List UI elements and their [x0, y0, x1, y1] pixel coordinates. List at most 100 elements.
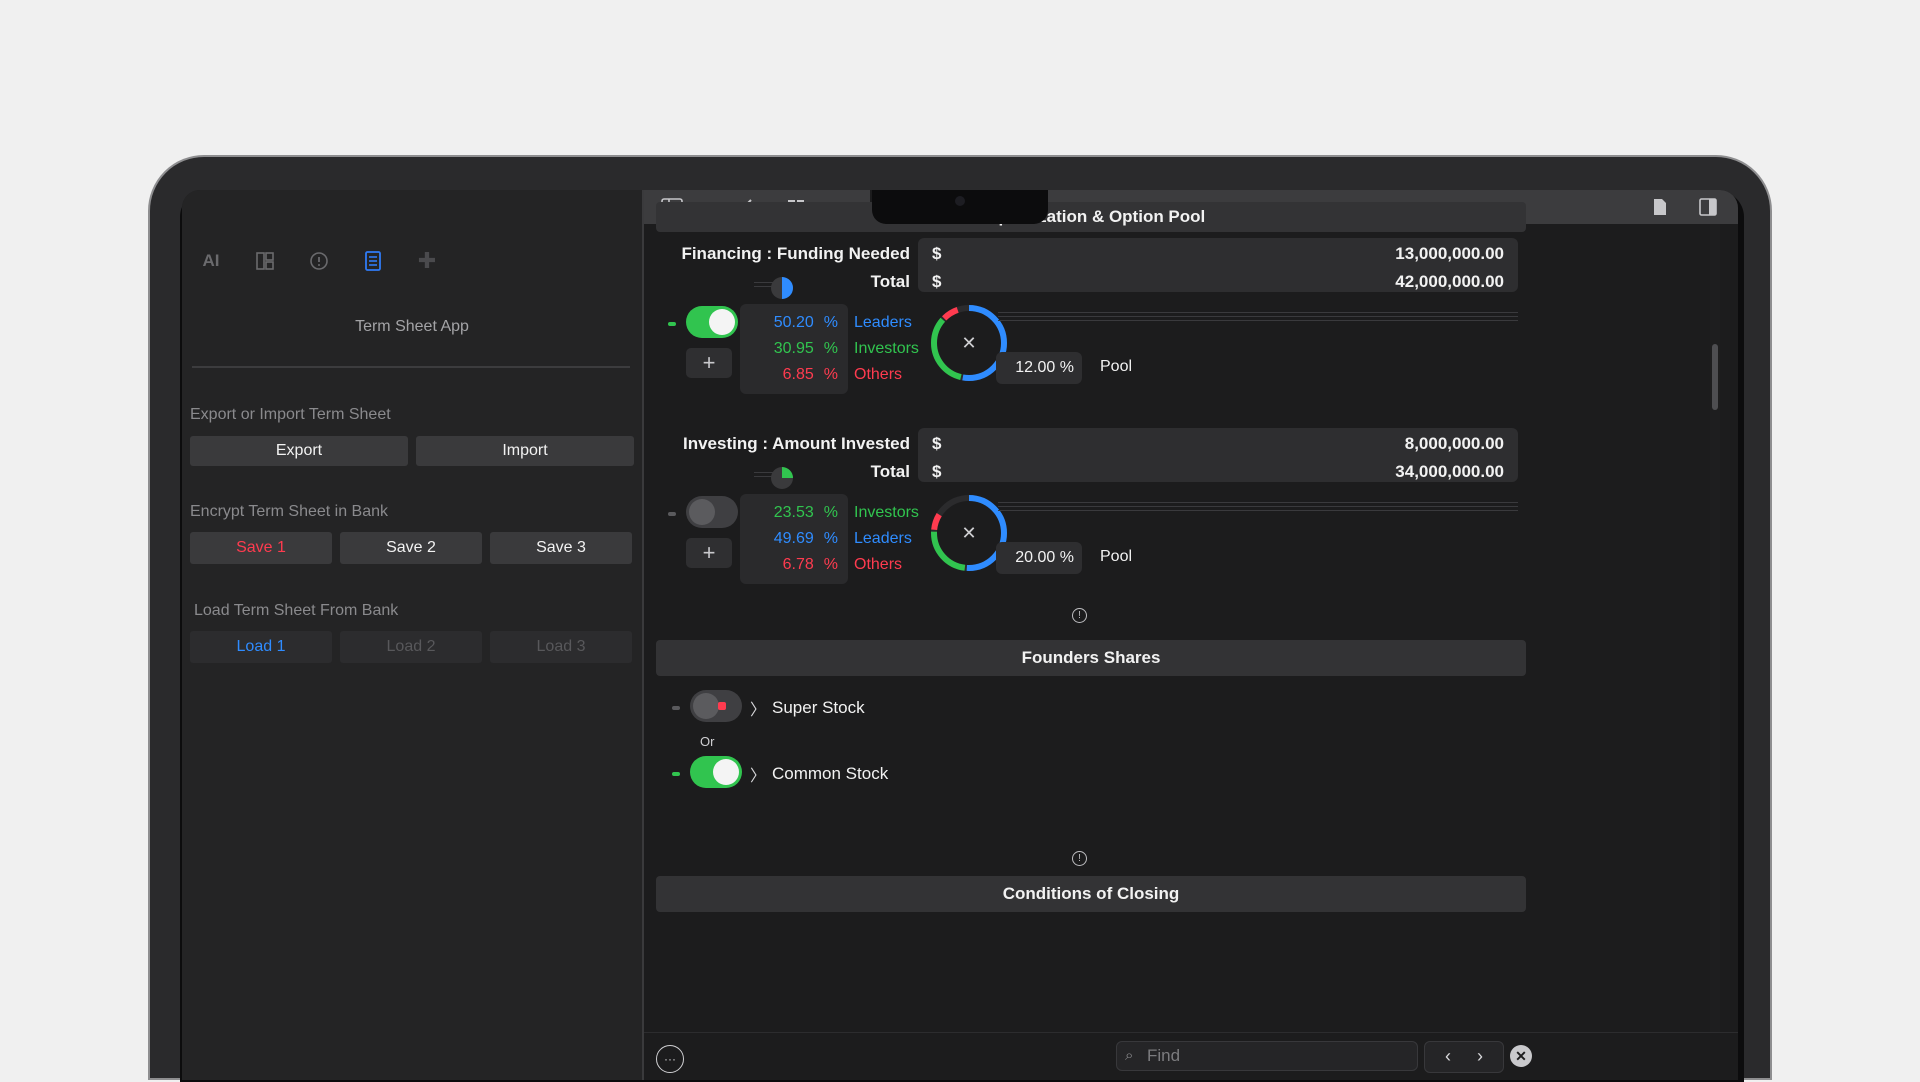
- close-find-button[interactable]: ✕: [1510, 1045, 1532, 1067]
- screen: AI ✚ Term Sheet App Export or Import Ter…: [182, 190, 1738, 1080]
- percent-row: 49.69%: [740, 530, 848, 548]
- load-label: Load Term Sheet From Bank: [194, 602, 399, 619]
- financing-pool-input[interactable]: 12.00 %: [996, 352, 1082, 384]
- status-dash: [668, 512, 676, 516]
- financing-pool-label: Pool: [1100, 358, 1133, 375]
- info-icon[interactable]: !: [1072, 608, 1087, 623]
- find-placeholder: Find: [1147, 1046, 1181, 1065]
- more-icon[interactable]: ···: [656, 1045, 684, 1073]
- closing-header: Conditions of Closing: [656, 876, 1526, 912]
- investing-total-value: 34,000,000.00: [1395, 462, 1504, 481]
- document-icon[interactable]: [358, 246, 388, 276]
- percent-value: 49.69: [773, 530, 814, 547]
- percent-value: 23.53: [773, 504, 814, 521]
- percent-unit: %: [823, 556, 838, 573]
- funding-needed-value: 13,000,000.00: [1395, 244, 1504, 263]
- amount-invested-value: 8,000,000.00: [1404, 434, 1504, 453]
- financing-amount-box[interactable]: $ 13,000,000.00 $ 42,000,000.00: [918, 238, 1518, 292]
- currency-symbol: $: [932, 244, 942, 263]
- load-1-button[interactable]: Load 1: [190, 631, 332, 663]
- chevron-right-icon[interactable]: 〉: [750, 696, 766, 720]
- percent-row: 50.20%: [740, 314, 848, 332]
- percent-row: 6.85%: [740, 366, 848, 384]
- inspector-icon[interactable]: [1696, 196, 1720, 218]
- pool-slider-track[interactable]: [998, 502, 1518, 516]
- sidebar: AI ✚ Term Sheet App Export or Import Ter…: [182, 190, 644, 1080]
- import-button[interactable]: Import: [416, 436, 634, 466]
- investing-amount-box[interactable]: $ 8,000,000.00 $ 34,000,000.00: [918, 428, 1518, 482]
- percent-value: 6.85: [782, 366, 814, 383]
- financing-toggle[interactable]: [686, 306, 738, 338]
- search-icon: ⌕: [1125, 1047, 1134, 1064]
- currency-symbol: $: [932, 462, 942, 481]
- camera: [955, 196, 965, 206]
- scrollbar[interactable]: [1710, 224, 1720, 1032]
- investing-pool-label: Pool: [1100, 548, 1133, 565]
- investing-percent-box: 23.53% 49.69% 6.78%: [740, 494, 848, 584]
- add-icon[interactable]: ✚: [412, 246, 442, 276]
- pool-slider-track[interactable]: [998, 312, 1518, 326]
- find-navigation: ‹ ›: [1424, 1041, 1504, 1073]
- common-stock-label: Common Stock: [772, 764, 889, 783]
- percent-row: 6.78%: [740, 556, 848, 574]
- save-3-button[interactable]: Save 3: [490, 532, 632, 564]
- load-3-button[interactable]: Load 3: [490, 631, 632, 663]
- percent-value: 30.95: [773, 340, 814, 357]
- percent-unit: %: [823, 504, 838, 521]
- export-button[interactable]: Export: [190, 436, 408, 466]
- percent-unit: %: [823, 366, 838, 383]
- save-2-button[interactable]: Save 2: [340, 532, 482, 564]
- page-icon[interactable]: [1648, 196, 1672, 218]
- founders-header: Founders Shares: [656, 640, 1526, 676]
- percent-value: 6.78: [782, 556, 814, 573]
- percent-row: 23.53%: [740, 504, 848, 522]
- currency-symbol: $: [932, 272, 942, 291]
- find-field[interactable]: ⌕ Find: [1116, 1041, 1418, 1071]
- capitalization-header: Capitalization & Option Pool: [656, 202, 1526, 232]
- previous-icon[interactable]: ‹: [1445, 1046, 1451, 1067]
- info-icon[interactable]: !: [1072, 851, 1087, 866]
- add-financing-button[interactable]: +: [686, 348, 732, 378]
- small-pie-icon: [771, 467, 793, 489]
- percent-unit: %: [823, 314, 838, 331]
- investors-label: Investors: [854, 504, 919, 521]
- leaders-label: Leaders: [854, 314, 912, 331]
- others-label: Others: [854, 556, 903, 573]
- investing-label: Investing : Amount Invested: [682, 434, 910, 453]
- financing-label: Financing : Funding Needed: [681, 244, 910, 263]
- financing-percent-box: 50.20% 30.95% 6.85%: [740, 304, 848, 394]
- encrypt-label: Encrypt Term Sheet in Bank: [190, 503, 389, 520]
- common-stock-toggle[interactable]: [690, 756, 742, 788]
- next-icon[interactable]: ›: [1477, 1046, 1483, 1067]
- currency-symbol: $: [932, 434, 942, 453]
- percent-unit: %: [823, 530, 838, 547]
- status-dash: [672, 706, 680, 710]
- status-dash: [672, 772, 680, 776]
- layout-icon[interactable]: [250, 246, 280, 276]
- info-icon[interactable]: [304, 246, 334, 276]
- close-icon: ✕: [961, 523, 976, 543]
- investing-pool-input[interactable]: 20.00 %: [996, 542, 1082, 574]
- ai-icon[interactable]: AI: [196, 246, 226, 276]
- status-dash: [668, 322, 676, 326]
- super-stock-toggle[interactable]: [690, 690, 742, 722]
- close-icon: ✕: [961, 333, 976, 353]
- load-2-button[interactable]: Load 2: [340, 631, 482, 663]
- investors-label: Investors: [854, 340, 919, 357]
- percent-value: 50.20: [773, 314, 814, 331]
- leaders-label: Leaders: [854, 530, 912, 547]
- chevron-right-icon[interactable]: 〉: [750, 762, 766, 786]
- export-import-label: Export or Import Term Sheet: [190, 406, 391, 423]
- financing-total-value: 42,000,000.00: [1395, 272, 1504, 291]
- add-investing-button[interactable]: +: [686, 538, 732, 568]
- bottom-bar: ··· ⌕ Find ‹ › ✕: [644, 1032, 1738, 1080]
- or-label: Or: [700, 734, 715, 749]
- app-title: Term Sheet App: [355, 318, 469, 335]
- investing-toggle[interactable]: [686, 496, 738, 528]
- sidebar-icon-bar: AI ✚: [196, 246, 442, 276]
- save-1-button[interactable]: Save 1: [190, 532, 332, 564]
- super-stock-label: Super Stock: [772, 698, 865, 717]
- main-content: Capitalization & Option Pool Financing :…: [644, 190, 1738, 1080]
- sidebar-divider: [192, 366, 630, 368]
- half-pie-icon: [771, 277, 793, 299]
